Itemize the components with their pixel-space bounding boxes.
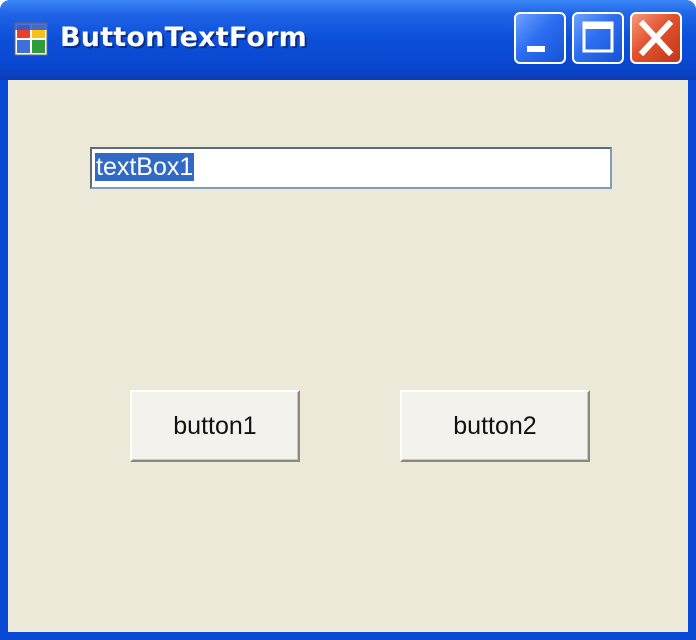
minimize-icon xyxy=(527,46,545,52)
minimize-button[interactable] xyxy=(514,12,566,64)
button2[interactable]: button2 xyxy=(400,390,590,462)
close-button[interactable] xyxy=(630,12,682,64)
maximize-button[interactable] xyxy=(572,12,624,64)
title-bar[interactable]: ButtonTextForm xyxy=(0,0,696,80)
close-icon xyxy=(638,19,674,57)
windows-form-icon[interactable] xyxy=(14,22,48,56)
button1[interactable]: button1 xyxy=(130,390,300,462)
window-title: ButtonTextForm xyxy=(60,22,307,53)
selected-text: textBox1 xyxy=(95,153,195,181)
app-window: ButtonTextForm textBox1 button1 button2 xyxy=(0,0,696,640)
form-client-area: textBox1 button1 button2 xyxy=(8,80,688,632)
text-input[interactable]: textBox1 xyxy=(90,147,612,189)
maximize-icon xyxy=(582,21,614,53)
